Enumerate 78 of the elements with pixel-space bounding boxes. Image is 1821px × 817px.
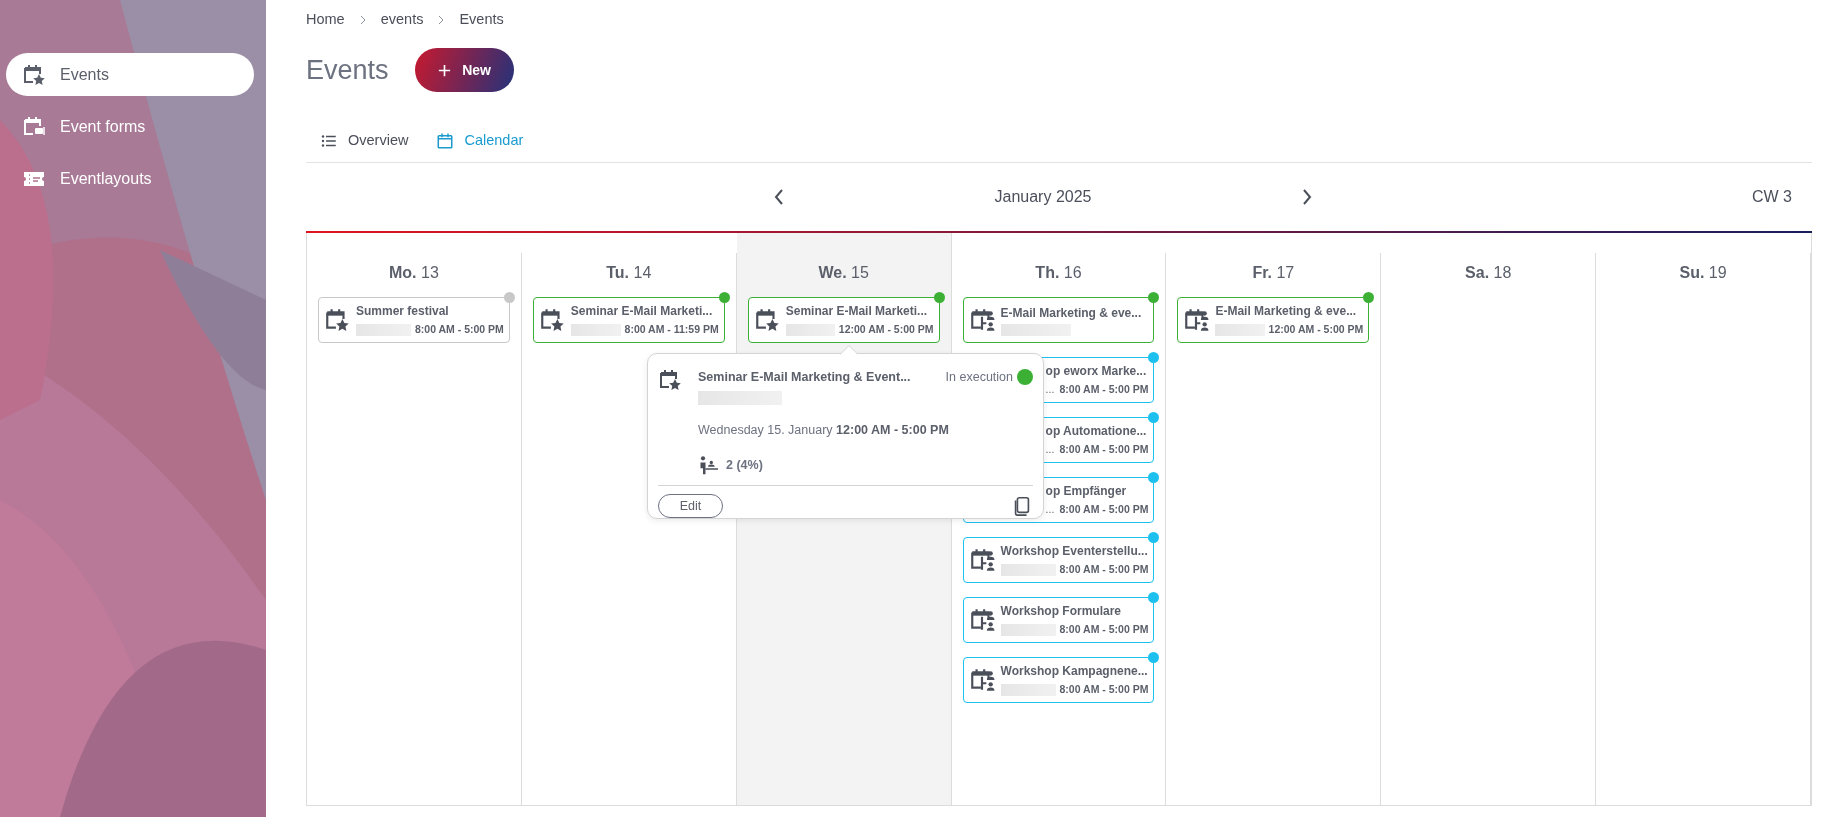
event-title: Workshop Eventerstellu... <box>1000 542 1149 560</box>
event-card[interactable]: Summer festival 8:00 AM - 5:00 PM <box>318 296 510 343</box>
day-header: Th. 16 <box>1035 262 1082 283</box>
event-title: Seminar E-Mail Marketi... <box>785 302 929 320</box>
redacted-text <box>356 323 411 336</box>
event-card[interactable]: E-Mail Marketing & eve... <box>962 296 1155 343</box>
edit-button[interactable]: Edit <box>658 494 723 519</box>
calendar-star-icon <box>538 306 565 333</box>
event-card[interactable]: Workshop Formulare 8:00 AM - 5:00 PM <box>962 596 1155 643</box>
event-title: E-Mail Marketing & eve... <box>1215 302 1358 320</box>
popup-title: Seminar E-Mail Marketing & Event... <box>698 368 911 386</box>
event-time: 8:00 AM - 5:00 PM <box>1059 441 1149 457</box>
redacted-text <box>1215 323 1265 336</box>
sidebar-item[interactable]: Events <box>6 53 254 96</box>
sidebar-item[interactable]: Event forms <box>6 105 254 148</box>
event-title: op Empfänger <box>1045 482 1128 500</box>
event-title: Workshop Kampagnene... <box>1000 662 1149 680</box>
redacted-text <box>1000 623 1056 636</box>
day-header: Su. 19 <box>1679 262 1727 283</box>
calendar-icon <box>436 131 455 150</box>
status-dot <box>1017 369 1033 386</box>
redacted-text <box>1000 563 1056 576</box>
event-title: E-Mail Marketing & eve... <box>1000 304 1143 322</box>
calendar-people-icon <box>1183 306 1210 333</box>
redacted-text <box>1000 683 1056 696</box>
day-header: Tu. 14 <box>606 262 652 283</box>
event-time: 8:00 AM - 5:00 PM <box>1059 681 1149 697</box>
redacted-text <box>785 323 835 336</box>
page-title: Events <box>306 53 389 87</box>
day-header: Mo. 13 <box>389 262 439 283</box>
event-title: Workshop Formulare <box>1000 602 1123 620</box>
new-button[interactable]: New <box>414 48 514 92</box>
day-header: Sa. 18 <box>1465 262 1512 283</box>
event-time: 8:00 AM - 5:00 PM <box>414 321 504 337</box>
sidebar-item[interactable]: Eventlayouts <box>6 157 254 200</box>
participants-icon <box>698 455 718 476</box>
previous-icon[interactable] <box>774 188 784 205</box>
event-time: 12:00 AM - 5:00 PM <box>838 321 934 337</box>
day-header: We. 15 <box>818 262 869 283</box>
event-title: op Automatione... <box>1045 422 1148 440</box>
calendar-people-icon <box>968 306 995 333</box>
event-time: 8:00 AM - 11:59 PM <box>624 321 719 337</box>
next-icon[interactable] <box>1302 188 1312 205</box>
breadcrumb-link[interactable]: Events <box>459 9 504 31</box>
day-header: Fr. 17 <box>1252 262 1295 283</box>
event-location: ... <box>1045 381 1055 397</box>
calendar-people-icon <box>968 546 995 573</box>
event-time: 8:00 AM - 5:00 PM <box>1059 561 1149 577</box>
event-title: Summer festival <box>356 302 450 320</box>
event-card[interactable]: Seminar E-Mail Marketi... 8:00 AM - 11:59 PM <box>532 296 725 343</box>
calendar-star-icon <box>324 306 350 333</box>
event-title: Seminar E-Mail Marketi... <box>570 302 714 320</box>
calendar-star-icon <box>753 306 780 333</box>
calendar-people-icon <box>968 666 995 693</box>
event-time: 8:00 AM - 5:00 PM <box>1059 501 1149 517</box>
redacted-text <box>1000 323 1071 336</box>
breadcrumb-link[interactable]: events <box>380 9 424 31</box>
event-card[interactable]: Seminar E-Mail Marketi... 12:00 AM - 5:00 PM <box>747 296 940 343</box>
event-location: ... <box>1045 501 1055 517</box>
event-card[interactable]: Workshop Eventerstellu... 8:00 AM - 5:00 PM <box>962 536 1155 583</box>
calendar-star-icon <box>22 62 46 87</box>
plus-icon <box>437 62 453 78</box>
breadcrumb-link[interactable]: Home <box>306 9 345 31</box>
event-title: op eworx Marke... <box>1045 362 1148 380</box>
month-label: January 2025 <box>994 187 1092 205</box>
participant-count: 2 (4%) <box>726 456 763 474</box>
event-time: 8:00 AM - 5:00 PM <box>1059 621 1149 637</box>
event-card[interactable]: E-Mail Marketing & eve... 12:00 AM - 5:00 PM <box>1177 296 1370 343</box>
calendar-people-icon <box>968 606 995 633</box>
week-label: CW 3 <box>1752 186 1792 207</box>
calendar-star-icon <box>658 367 682 392</box>
event-card[interactable]: Workshop Kampagnene... 8:00 AM - 5:00 PM <box>962 656 1155 703</box>
tab[interactable]: Overview <box>306 120 423 162</box>
event-time: 12:00 AM - 5:00 PM <box>1268 321 1364 337</box>
event-location: ... <box>1045 441 1055 457</box>
redacted-text <box>570 323 621 336</box>
event-date-time: Wednesday 15. January 12:00 AM - 5:00 PM <box>698 421 950 439</box>
event-time: 8:00 AM - 5:00 PM <box>1059 381 1149 397</box>
